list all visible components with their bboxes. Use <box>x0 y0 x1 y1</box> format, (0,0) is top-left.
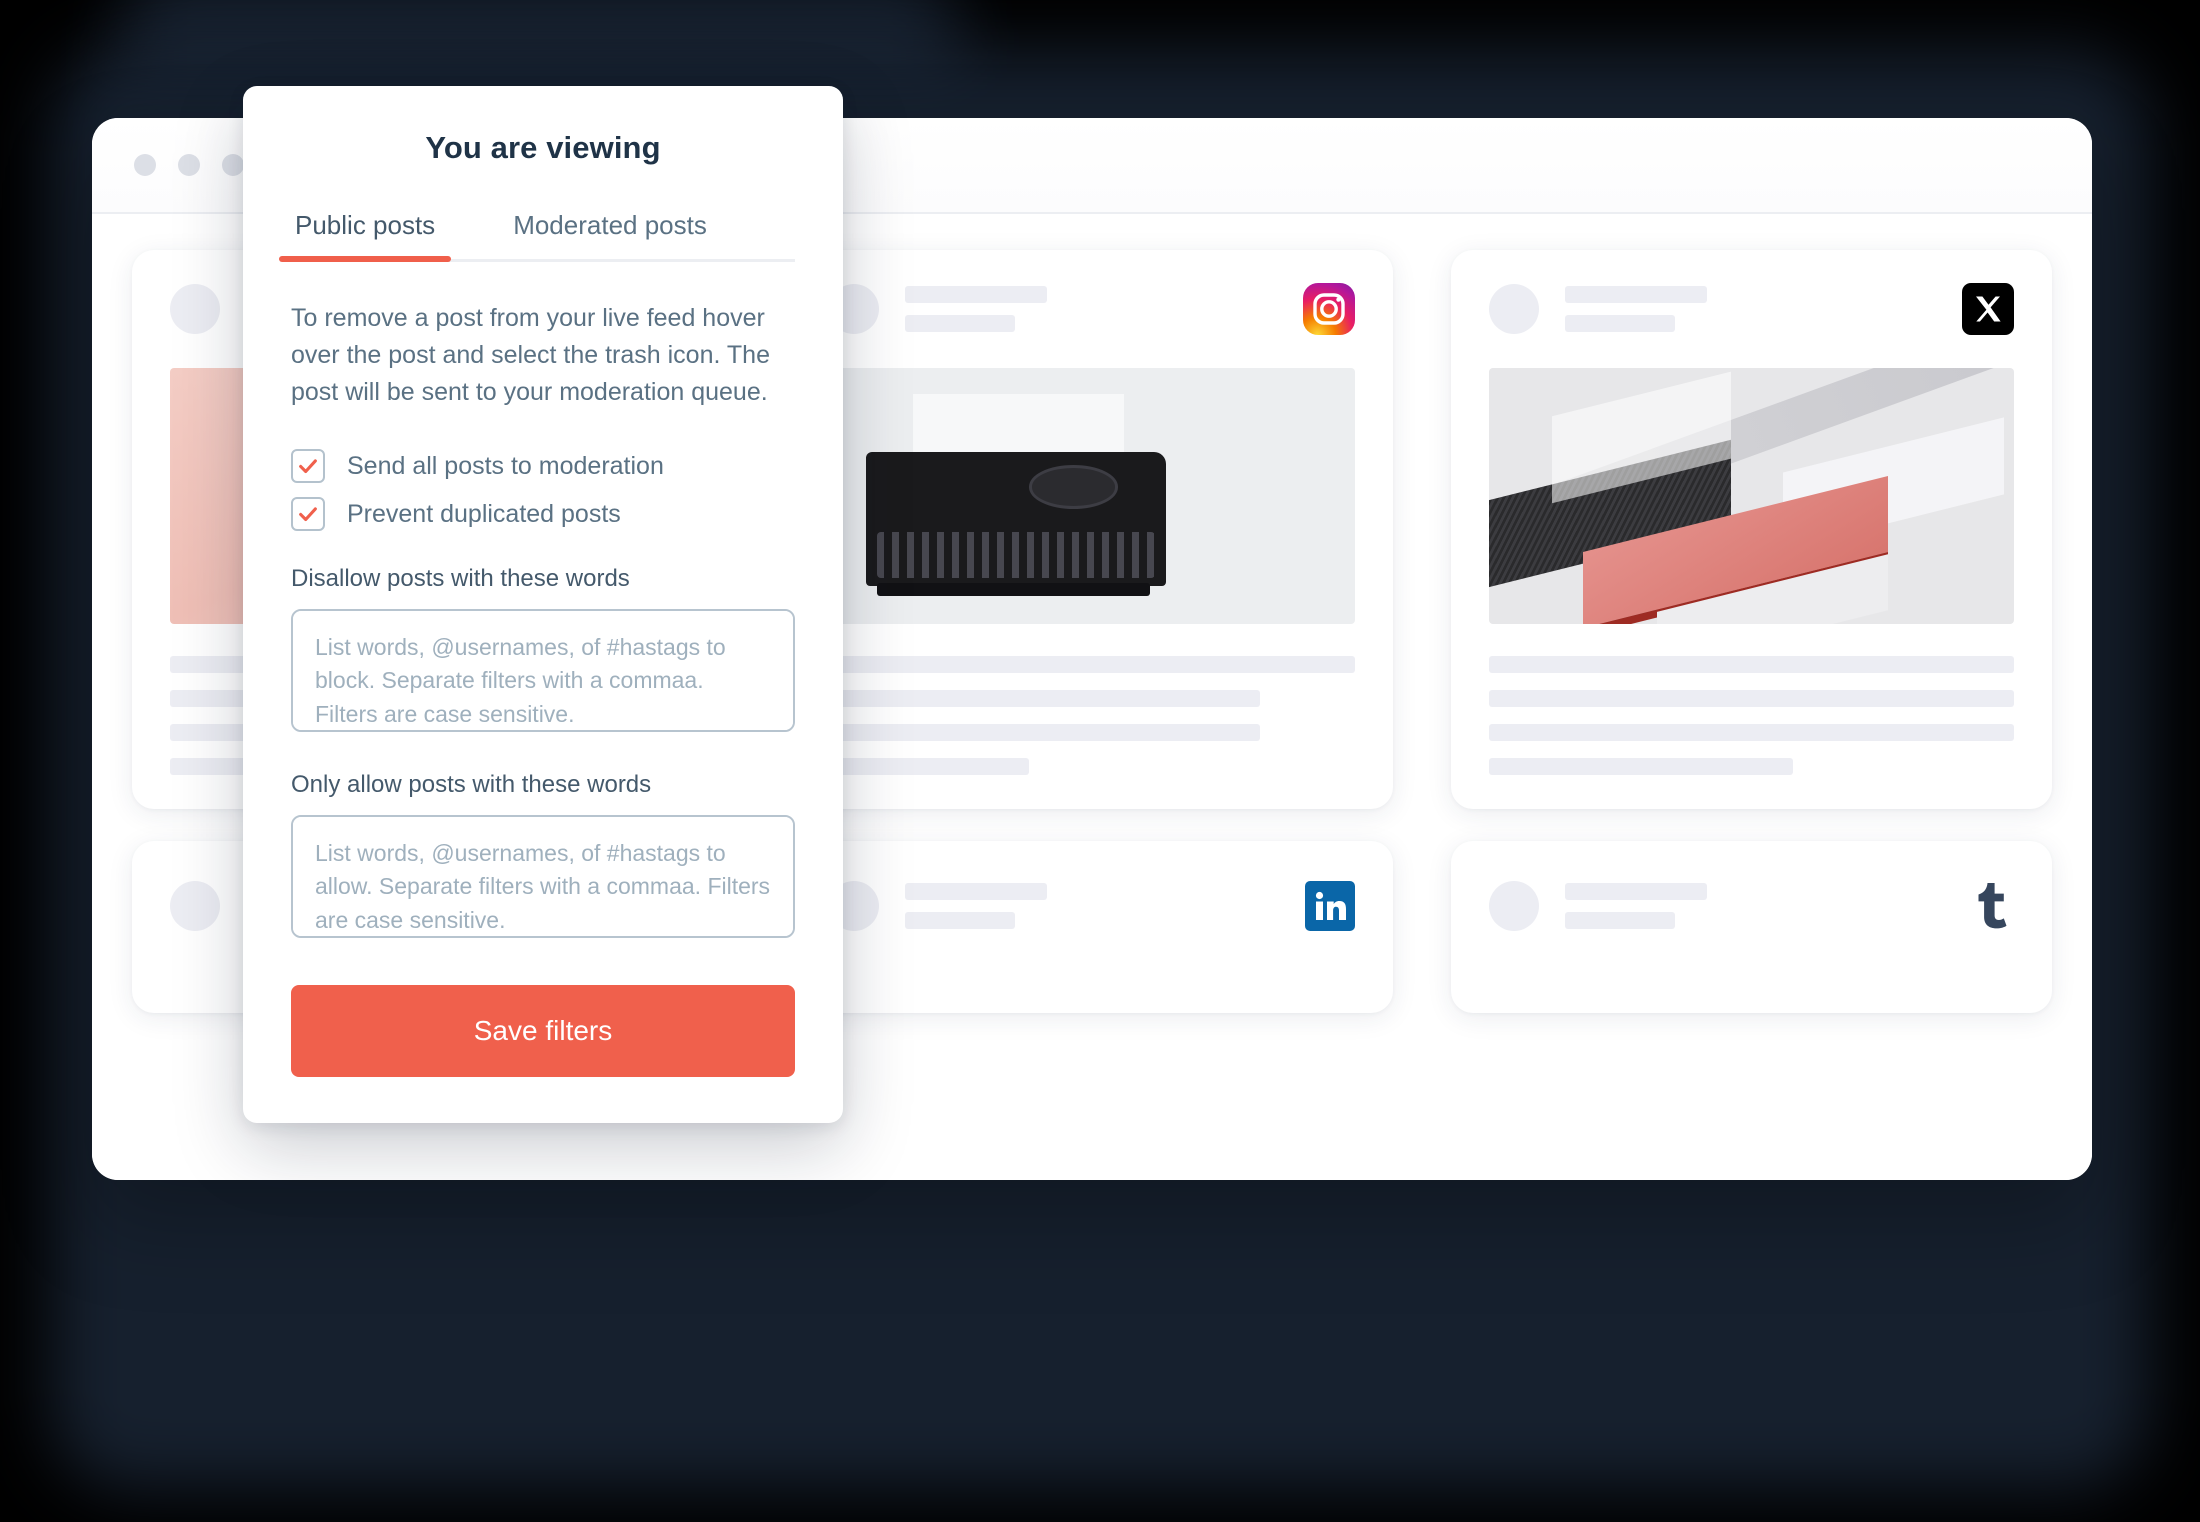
post-author-skeleton <box>1564 883 1707 929</box>
skeleton-line <box>905 883 1048 900</box>
disallow-words-field: Disallow posts with these words <box>291 565 795 737</box>
checkbox-label: Send all posts to moderation <box>347 451 664 480</box>
post-author-skeleton <box>1564 286 1707 332</box>
tab-public-posts[interactable]: Public posts <box>278 210 452 262</box>
post-body-skeleton <box>829 656 1355 775</box>
post-card-x[interactable] <box>1450 250 2052 809</box>
linkedin-icon <box>1304 881 1355 931</box>
post-header <box>829 283 1355 335</box>
moderation-options: Send all posts to moderation Prevent dup… <box>291 449 795 531</box>
window-dot-maximize[interactable] <box>222 154 244 176</box>
filters-modal: You are viewing Public posts Moderated p… <box>243 86 843 1123</box>
post-author-skeleton <box>905 286 1048 332</box>
post-card-tumblr[interactable] <box>1450 841 2052 1013</box>
checkbox-prevent-duplicated-posts[interactable] <box>291 497 325 531</box>
tab-moderated-posts[interactable]: Moderated posts <box>509 210 711 259</box>
disallow-words-label: Disallow posts with these words <box>291 565 630 592</box>
skeleton-line <box>1488 758 1794 775</box>
modal-description: To remove a post from your live feed hov… <box>291 304 770 406</box>
check-icon <box>299 507 317 522</box>
post-header <box>829 881 1355 931</box>
skeleton-line <box>829 724 1261 741</box>
checkbox-row-prevent-duplicated-posts[interactable]: Prevent duplicated posts <box>291 497 795 531</box>
checkbox-send-all-to-moderation[interactable] <box>291 449 325 483</box>
skeleton-line <box>905 286 1048 303</box>
page-title: You are viewing <box>425 130 661 165</box>
post-header <box>1488 283 2014 335</box>
check-icon <box>299 459 317 474</box>
disallow-words-input[interactable] <box>291 609 795 732</box>
post-card-linkedin-2[interactable] <box>791 841 1393 1013</box>
post-media-typewriter <box>829 368 1355 624</box>
save-filters-button[interactable]: Save filters <box>291 985 795 1077</box>
skeleton-line <box>1564 315 1675 332</box>
post-card-instagram[interactable] <box>791 250 1393 809</box>
allow-words-input[interactable] <box>291 815 795 938</box>
allow-words-field: Only allow posts with these words <box>291 771 795 943</box>
x-icon <box>1961 283 2014 335</box>
tumblr-icon <box>1964 879 2014 933</box>
post-header <box>1488 879 2014 933</box>
avatar <box>170 881 220 931</box>
screenshot-stage: You are viewing Public posts Moderated p… <box>0 0 2200 1522</box>
window-dot-minimize[interactable] <box>178 154 200 176</box>
skeleton-line <box>1564 286 1707 303</box>
skeleton-line <box>1564 883 1707 900</box>
instagram-icon <box>1302 283 1355 335</box>
skeleton-line <box>829 656 1355 673</box>
skeleton-line <box>905 315 1016 332</box>
checkbox-label: Prevent duplicated posts <box>347 499 621 528</box>
post-body-skeleton <box>1488 656 2014 775</box>
avatar <box>1488 284 1539 334</box>
window-dot-close[interactable] <box>134 154 156 176</box>
allow-words-label: Only allow posts with these words <box>291 771 652 798</box>
avatar <box>170 284 220 334</box>
skeleton-line <box>1488 724 2014 741</box>
window-controls <box>134 154 244 176</box>
avatar <box>1488 881 1539 931</box>
skeleton-line <box>1564 912 1675 929</box>
skeleton-line <box>1488 690 2014 707</box>
modal-tabs: Public posts Moderated posts <box>278 210 795 262</box>
skeleton-line <box>1488 656 2014 673</box>
post-media-abstract-blocks <box>1488 368 2014 624</box>
post-author-skeleton <box>905 883 1048 929</box>
skeleton-line <box>905 912 1016 929</box>
skeleton-line <box>829 690 1261 707</box>
skeleton-line <box>829 758 1029 775</box>
checkbox-row-send-all-to-moderation[interactable]: Send all posts to moderation <box>291 449 795 483</box>
